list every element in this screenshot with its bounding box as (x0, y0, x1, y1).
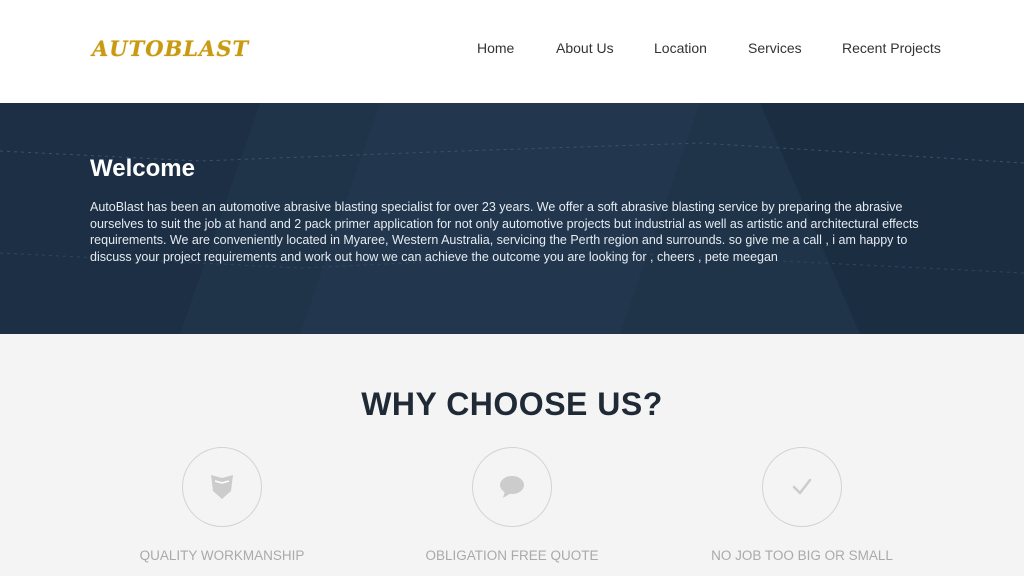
nav-location[interactable]: Location (654, 40, 707, 56)
feature-icon-circle (182, 447, 262, 527)
speech-bubble-icon (500, 476, 524, 498)
feature-icon-circle (762, 447, 842, 527)
welcome-hero: Welcome AutoBlast has been an automotive… (0, 103, 1024, 334)
feature-label: QUALITY WORKMANSHIP (139, 548, 305, 563)
feature-label: OBLIGATION FREE QUOTE (425, 548, 599, 563)
main-nav: Home About Us Location Services Recent P… (0, 40, 1024, 60)
nav-about-us[interactable]: About Us (556, 40, 614, 56)
shield-icon (211, 475, 233, 499)
feature-quality-workmanship: QUALITY WORKMANSHIP (102, 447, 342, 563)
why-choose-us-section: WHY CHOOSE US? QUALITY WORKMANSHIP OBLIG… (0, 334, 1024, 576)
feature-no-job-too-big-or-small: NO JOB TOO BIG OR SMALL (682, 447, 922, 563)
nav-services[interactable]: Services (748, 40, 802, 56)
feature-obligation-free-quote: OBLIGATION FREE QUOTE (392, 447, 632, 563)
hero-title: Welcome (90, 155, 195, 182)
nav-home[interactable]: Home (477, 40, 514, 56)
nav-recent-projects[interactable]: Recent Projects (842, 40, 941, 56)
hero-description: AutoBlast has been an automotive abrasiv… (90, 200, 919, 264)
checkmark-icon (792, 478, 812, 495)
site-header: AUTOBLAST Home About Us Location Service… (0, 0, 1024, 103)
feature-icon-circle (472, 447, 552, 527)
section-title: WHY CHOOSE US? (361, 386, 663, 422)
feature-label: NO JOB TOO BIG OR SMALL (711, 548, 893, 563)
